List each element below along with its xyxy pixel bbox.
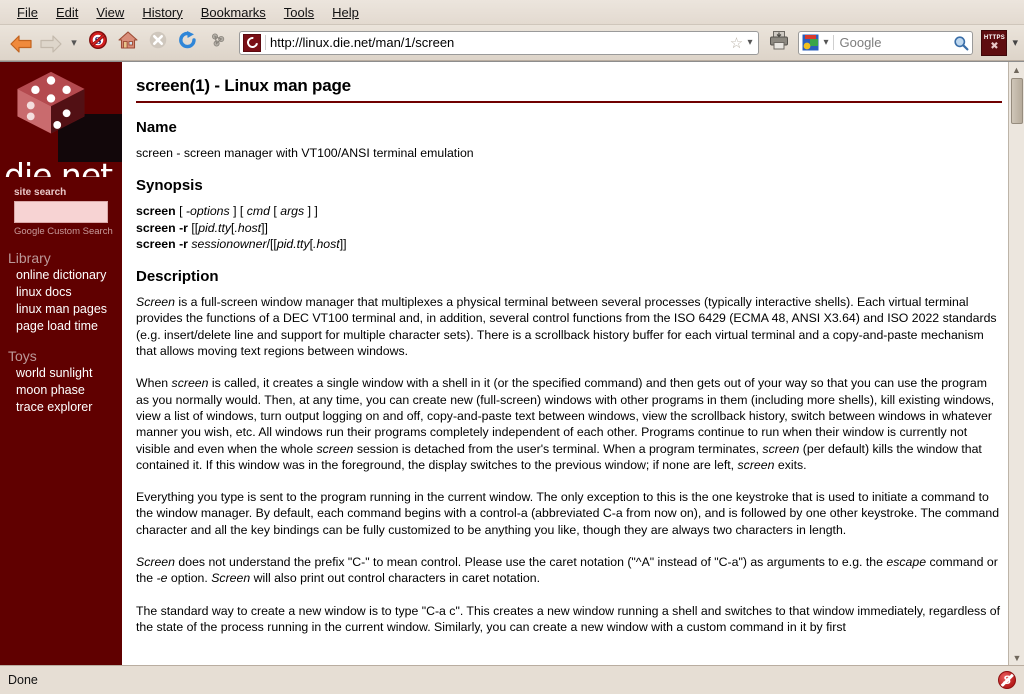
site-sidebar: die.net site search Google Custom Search… (0, 62, 122, 665)
description-paragraph: The standard way to create a new window … (136, 603, 1001, 634)
search-input[interactable]: Google (832, 35, 951, 50)
site-search-input[interactable] (14, 201, 108, 223)
history-dropdown-button[interactable]: ▾ (66, 36, 82, 49)
synopsis-block: screen [ -options ] [ cmd [ args ] ] scr… (136, 203, 1002, 252)
browser-window: File Edit View History Bookmarks Tools H… (0, 0, 1024, 694)
google-custom-search-label: Google Custom Search (14, 226, 113, 237)
page-viewport: die.net site search Google Custom Search… (0, 61, 1024, 665)
stop-icon (148, 30, 168, 55)
die-net-favicon (243, 33, 261, 52)
sidebar-link-linux-man-pages[interactable]: linux man pages (0, 301, 122, 318)
back-arrow-icon (9, 34, 32, 53)
url-dropdown-icon[interactable]: ▾ (745, 37, 758, 48)
google-icon (802, 34, 819, 51)
status-text: Done (8, 673, 38, 687)
menu-help[interactable]: Help (323, 3, 368, 22)
reload-button[interactable] (174, 29, 202, 57)
noscript-icon: S (88, 30, 108, 55)
sidebar-link-online-dictionary[interactable]: online dictionary (0, 267, 122, 284)
red-dice-logo (17, 71, 85, 134)
description-paragraph: Everything you type is sent to the progr… (136, 490, 1000, 537)
menu-tools-label: Tools (283, 4, 315, 20)
menu-history-label: History (142, 4, 183, 20)
printer-icon (768, 29, 790, 56)
https-everywhere-button[interactable]: HTTPS ✖ (981, 29, 1008, 56)
forward-arrow-icon (39, 34, 62, 53)
menu-view[interactable]: View (87, 3, 133, 22)
extension-button[interactable] (204, 29, 232, 57)
sidebar-heading-toys: Toys (8, 348, 37, 364)
search-engine-dropdown-icon[interactable]: ▾ (819, 37, 832, 48)
menu-history[interactable]: History (133, 3, 191, 22)
sidebar-link-linux-docs[interactable]: linux docs (0, 284, 122, 301)
toolbar-overflow-icon[interactable]: ▾ (1009, 36, 1018, 49)
synopsis-line: screen [ -options ] [ cmd [ args ] ] (136, 204, 318, 219)
sidebar-link-world-sunlight[interactable]: world sunlight (0, 365, 122, 382)
vertical-scrollbar[interactable]: ▲ ▼ (1008, 62, 1024, 665)
star-icon[interactable]: ☆ (727, 34, 745, 52)
menu-view-label: View (96, 4, 125, 20)
forward-button[interactable] (36, 29, 64, 57)
molecule-icon (208, 30, 228, 55)
scroll-up-arrow[interactable]: ▲ (1009, 62, 1024, 77)
page-title: screen(1) - Linux man page (136, 76, 1002, 103)
site-search-label: site search (14, 187, 67, 198)
document-content: screen(1) - Linux man page Name screen -… (122, 62, 1024, 665)
navigation-toolbar: ▾ S (0, 25, 1024, 61)
menu-file[interactable]: File (8, 3, 47, 22)
noscript-toolbar-button[interactable]: S (84, 29, 112, 57)
print-button[interactable] (766, 30, 792, 56)
home-button[interactable] (114, 29, 142, 57)
status-bar: Done S (0, 665, 1024, 694)
menu-bookmarks-label: Bookmarks (200, 4, 266, 20)
https-glyph-icon: ✖ (990, 40, 999, 52)
synopsis-line: screen -r sessionowner/[[pid.tty[.host]] (136, 236, 347, 251)
menu-file-label: File (17, 4, 38, 20)
scrollbar-thumb[interactable] (1011, 78, 1023, 124)
menu-bookmarks[interactable]: Bookmarks (192, 3, 275, 22)
menu-edit-label: Edit (55, 4, 79, 20)
synopsis-line: screen -r [[pid.tty[.host]] (136, 220, 268, 235)
menu-help-label: Help (332, 4, 359, 20)
site-logo[interactable]: die.net (0, 62, 122, 177)
name-paragraph: screen - screen manager with VT100/ANSI … (136, 146, 474, 160)
scroll-down-arrow[interactable]: ▼ (1009, 650, 1024, 665)
logo-wordmark: die.net (4, 156, 113, 178)
magnifier-icon[interactable] (950, 35, 972, 51)
sidebar-link-moon-phase[interactable]: moon phase (0, 382, 122, 399)
section-heading-name: Name (136, 119, 177, 136)
description-paragraph: Screen does not understand the prefix "C… (136, 555, 998, 586)
description-paragraph: Screen is a full-screen window manager t… (136, 295, 997, 359)
back-button[interactable] (6, 29, 34, 57)
home-icon (117, 30, 139, 55)
url-text[interactable]: http://linux.die.net/man/1/screen (265, 35, 727, 50)
menu-bar: File Edit View History Bookmarks Tools H… (0, 0, 1024, 25)
stop-button[interactable] (144, 29, 172, 57)
noscript-status-icon[interactable]: S (998, 671, 1016, 689)
sidebar-heading-library: Library (8, 250, 51, 266)
sidebar-link-trace-explorer[interactable]: trace explorer (0, 399, 122, 416)
sidebar-link-page-load-time[interactable]: page load time (0, 318, 122, 335)
reload-icon (177, 30, 199, 55)
menu-tools[interactable]: Tools (275, 3, 323, 22)
address-bar[interactable]: http://linux.die.net/man/1/screen ☆ ▾ (239, 30, 760, 55)
description-paragraph: When screen is called, it creates a sing… (136, 376, 995, 472)
search-bar[interactable]: ▾ Google (798, 30, 974, 55)
section-heading-synopsis: Synopsis (136, 177, 203, 195)
section-heading-description: Description (136, 268, 219, 286)
menu-edit[interactable]: Edit (47, 3, 87, 22)
